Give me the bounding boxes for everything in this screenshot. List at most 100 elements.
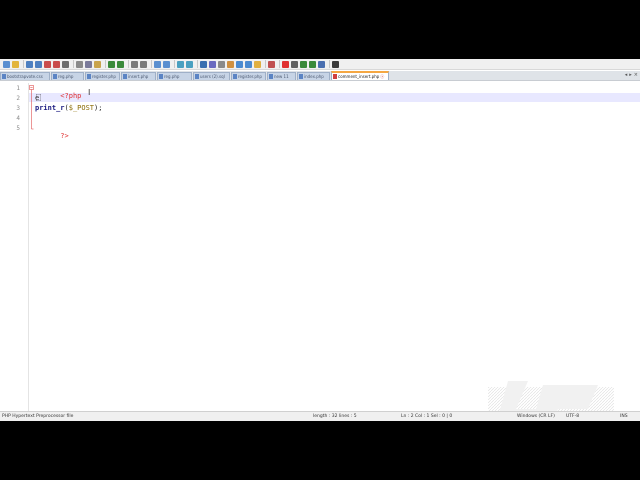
saved-file-icon bbox=[299, 74, 303, 79]
mouse-ibeam-cursor-icon: I bbox=[88, 88, 91, 97]
tab-bar: bootstrapvote.css reg.php register.php inse… bbox=[0, 71, 640, 81]
tab-3[interactable]: insert.php bbox=[121, 72, 156, 80]
insert-mode-label: INS bbox=[620, 414, 628, 419]
monitoring-icon[interactable] bbox=[268, 60, 275, 68]
run-macro-icon[interactable] bbox=[309, 60, 316, 68]
paste-icon[interactable] bbox=[94, 60, 101, 68]
tab-label: comment_insert.php bbox=[338, 73, 380, 79]
line-number: 1 bbox=[16, 85, 20, 92]
replace-icon[interactable] bbox=[140, 60, 147, 68]
saved-file-icon bbox=[233, 74, 237, 79]
function-name: print_r bbox=[35, 104, 65, 112]
file-type-label: PHP Hypertext Preprocessor file bbox=[2, 414, 74, 419]
toolbar-separator bbox=[23, 60, 24, 68]
code-line-5: ?> bbox=[35, 124, 69, 148]
tab-navigation: ◂ ▸ × bbox=[625, 72, 638, 78]
line-number-gutter: 1 2 3 4 5 bbox=[0, 83, 29, 411]
close-icon[interactable] bbox=[44, 60, 51, 68]
tab-9[interactable]: comment_insert.php ⓧ bbox=[331, 71, 389, 80]
sync-vertical-icon[interactable] bbox=[177, 60, 184, 68]
spell-check-icon[interactable] bbox=[332, 60, 339, 68]
length-lines-label: length : 32 lines : 5 bbox=[313, 414, 357, 419]
post-variable: $_POST bbox=[68, 104, 95, 112]
show-all-chars-icon[interactable] bbox=[209, 60, 216, 68]
record-macro-icon[interactable] bbox=[282, 60, 289, 68]
copy-icon[interactable] bbox=[85, 60, 92, 68]
line-number: 2 bbox=[16, 95, 20, 102]
tab-label: users (2).sql bbox=[200, 73, 225, 79]
close-document-icon[interactable]: × bbox=[634, 72, 638, 78]
indent-guide-icon[interactable] bbox=[218, 60, 225, 68]
toolbar-separator bbox=[329, 60, 330, 68]
tab-6[interactable]: register.php bbox=[231, 72, 266, 80]
word-wrap-icon[interactable] bbox=[200, 60, 207, 68]
tab-label: new 11 bbox=[274, 73, 289, 79]
saved-file-icon bbox=[53, 74, 57, 79]
doc-map-icon[interactable] bbox=[236, 60, 243, 68]
close-all-icon[interactable] bbox=[53, 60, 60, 68]
tab-scroll-left-icon[interactable]: ◂ bbox=[625, 72, 628, 78]
tab-label: bootstrapvote.css bbox=[7, 73, 43, 79]
tab-label: insert.php bbox=[128, 73, 149, 79]
tab-0[interactable]: bootstrapvote.css bbox=[0, 72, 50, 80]
line-number: 5 bbox=[16, 125, 20, 132]
tab-8[interactable]: index.php bbox=[297, 72, 330, 80]
open-file-icon[interactable] bbox=[12, 60, 19, 68]
new-file-icon[interactable] bbox=[3, 60, 10, 68]
saved-file-icon bbox=[123, 74, 127, 79]
undo-icon[interactable] bbox=[108, 60, 115, 68]
php-close-tag: ?> bbox=[60, 132, 69, 140]
find-icon[interactable] bbox=[131, 60, 138, 68]
toolbar-separator bbox=[151, 60, 152, 68]
save-icon[interactable] bbox=[26, 60, 33, 68]
tab-close-icon[interactable]: ⓧ bbox=[380, 73, 384, 80]
toolbar-separator bbox=[279, 60, 280, 68]
tab-label: reg.php bbox=[58, 73, 74, 79]
toolbar bbox=[0, 59, 640, 70]
toolbar-separator bbox=[174, 60, 175, 68]
tab-4[interactable]: reg.php bbox=[157, 72, 192, 80]
function-list-icon[interactable] bbox=[245, 60, 252, 68]
fold-marker-icon[interactable] bbox=[29, 85, 34, 135]
tab-scroll-right-icon[interactable]: ▸ bbox=[629, 72, 632, 78]
tab-label: register.php bbox=[92, 73, 116, 79]
save-macro-icon[interactable] bbox=[318, 60, 325, 68]
saved-file-icon bbox=[269, 74, 273, 79]
zoom-in-icon[interactable] bbox=[154, 60, 161, 68]
stop-macro-icon[interactable] bbox=[291, 60, 298, 68]
saved-file-icon bbox=[2, 74, 6, 79]
redo-icon[interactable] bbox=[117, 60, 124, 68]
line-number: 4 bbox=[16, 115, 20, 122]
saved-file-icon bbox=[159, 74, 163, 79]
tabs-container: bootstrapvote.css reg.php register.php inse… bbox=[0, 71, 390, 80]
tab-1[interactable]: reg.php bbox=[51, 72, 84, 80]
status-bar: PHP Hypertext Preprocessor file length :… bbox=[0, 411, 640, 421]
play-macro-icon[interactable] bbox=[300, 60, 307, 68]
code-line-2: e bbox=[35, 94, 40, 102]
toolbar-separator bbox=[73, 60, 74, 68]
sync-horizontal-icon[interactable] bbox=[186, 60, 193, 68]
saved-file-icon bbox=[195, 74, 199, 79]
zoom-out-icon[interactable] bbox=[163, 60, 170, 68]
cursor-position-label: Ln : 2 Col : 1 Sel : 0 | 0 bbox=[401, 414, 453, 419]
tab-5[interactable]: users (2).sql bbox=[193, 72, 230, 80]
code-editor[interactable]: 1 2 3 4 5 <?php e print_r($_POST); ?> I bbox=[0, 83, 640, 421]
cut-icon[interactable] bbox=[76, 60, 83, 68]
save-all-icon[interactable] bbox=[35, 60, 42, 68]
toolbar-separator bbox=[105, 60, 106, 68]
tab-7[interactable]: new 11 bbox=[267, 72, 296, 80]
encoding-label[interactable]: UTF-8 bbox=[566, 414, 579, 419]
tab-label: register.php bbox=[238, 73, 262, 79]
tab-2[interactable]: register.php bbox=[85, 72, 120, 80]
tab-label: index.php bbox=[304, 73, 324, 79]
eol-format-label[interactable]: Windows (CR LF) bbox=[517, 414, 555, 419]
print-icon[interactable] bbox=[62, 60, 69, 68]
toolbar-separator bbox=[265, 60, 266, 68]
current-line-highlight bbox=[29, 93, 640, 102]
notepad-window: bootstrapvote.css reg.php register.php inse… bbox=[0, 59, 640, 421]
saved-file-icon bbox=[87, 74, 91, 79]
udl-icon[interactable] bbox=[227, 60, 234, 68]
folder-workspace-icon[interactable] bbox=[254, 60, 261, 68]
close-paren: ); bbox=[94, 104, 103, 112]
php-open-tag: <?php bbox=[60, 92, 82, 100]
